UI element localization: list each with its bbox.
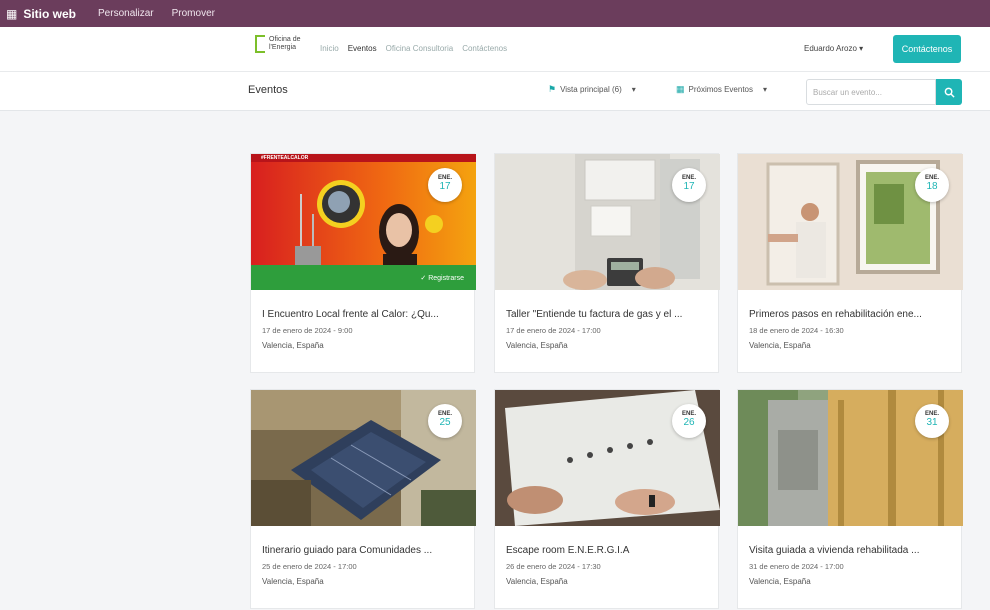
page-title: Eventos	[248, 84, 288, 96]
date-day: 18	[926, 181, 938, 192]
date-day: 25	[439, 417, 451, 428]
map-marker-icon: ⚑	[548, 84, 557, 94]
admin-bar: ▦ Sitio web Personalizar Promover	[0, 0, 990, 27]
site-logo[interactable]: Oficina de l'Energia	[255, 35, 317, 53]
event-card[interactable]: ENE. 26 Escape room E.N.E.R.G.I.A 26 de …	[494, 389, 720, 609]
location-filter-label: Vista principal (6)	[560, 85, 622, 94]
event-date: 17 de enero de 2024 - 9:00	[262, 326, 353, 335]
event-card[interactable]: ✓ Registrarse #FRENTEALCALOR ENE. 17 I E…	[250, 153, 476, 373]
grid-icon[interactable]: ▦	[6, 7, 17, 21]
date-badge: ENE. 26	[672, 404, 706, 438]
event-card[interactable]: ENE. 17 Taller "Entiende tu factura de g…	[494, 153, 720, 373]
date-filter[interactable]: ▦ Próximos Eventos ▾	[676, 84, 767, 95]
date-badge: ENE. 31	[915, 404, 949, 438]
event-date: 18 de enero de 2024 - 16:30	[749, 326, 844, 335]
event-date: 25 de enero de 2024 - 17:00	[262, 562, 357, 571]
event-title[interactable]: Primeros pasos en rehabilitación ene...	[749, 309, 954, 320]
user-name: Eduardo Arozo	[804, 44, 857, 53]
nav-item-consulting[interactable]: Oficina Consultoria	[386, 44, 454, 53]
event-card[interactable]: ENE. 18 Primeros pasos en rehabilitación…	[737, 153, 963, 373]
date-badge: ENE. 18	[915, 168, 949, 202]
location-filter[interactable]: ⚑ Vista principal (6) ▾	[548, 84, 636, 95]
event-date: 17 de enero de 2024 - 17:00	[506, 326, 601, 335]
search-input[interactable]: Buscar un evento...	[806, 79, 936, 105]
nav-item-events[interactable]: Eventos	[348, 44, 377, 53]
event-location: Valencia, España	[262, 577, 324, 586]
contact-button[interactable]: Contáctenos	[893, 35, 961, 63]
chevron-down-icon: ▾	[631, 85, 636, 94]
admin-brand[interactable]: Sitio web	[23, 7, 76, 21]
event-location: Valencia, España	[749, 341, 811, 350]
event-location: Valencia, España	[506, 577, 568, 586]
admin-menu-personalize[interactable]: Personalizar	[98, 8, 154, 19]
event-location: Valencia, España	[262, 341, 324, 350]
site-header: Oficina de l'Energia Inicio Eventos Ofic…	[0, 27, 990, 71]
banner-hashtag: #FRENTEALCALOR	[261, 155, 309, 161]
logo-mark	[255, 35, 265, 53]
date-badge: ENE. 25	[428, 404, 462, 438]
date-day: 26	[683, 417, 695, 428]
date-badge: ENE. 17	[428, 168, 462, 202]
event-title[interactable]: I Encuentro Local frente al Calor: ¿Qu..…	[262, 309, 467, 320]
calendar-icon: ▦	[676, 84, 685, 94]
event-location: Valencia, España	[506, 341, 568, 350]
events-toolbar: Eventos ⚑ Vista principal (6) ▾ ▦ Próxim…	[0, 71, 990, 111]
event-title[interactable]: Itinerario guiado para Comunidades ...	[262, 545, 467, 556]
admin-menu-promote[interactable]: Promover	[172, 8, 215, 19]
event-title[interactable]: Escape room E.N.E.R.G.I.A	[506, 545, 711, 556]
date-day: 17	[439, 181, 451, 192]
event-date: 31 de enero de 2024 - 17:00	[749, 562, 844, 571]
user-menu[interactable]: Eduardo Arozo ▾	[804, 44, 863, 53]
chevron-down-icon: ▾	[762, 85, 767, 94]
register-band[interactable]: ✓ Registrarse	[251, 265, 476, 290]
date-filter-label: Próximos Eventos	[688, 85, 753, 94]
event-title[interactable]: Taller "Entiende tu factura de gas y el …	[506, 309, 711, 320]
logo-text: Oficina de l'Energia	[269, 36, 301, 51]
date-day: 31	[926, 417, 938, 428]
event-card[interactable]: ENE. 25 Itinerario guiado para Comunidad…	[250, 389, 476, 609]
search-icon	[944, 87, 955, 98]
event-title[interactable]: Visita guiada a vivienda rehabilitada ..…	[749, 545, 954, 556]
date-day: 17	[683, 181, 695, 192]
main-nav: Inicio Eventos Oficina Consultoria Contá…	[320, 44, 507, 53]
event-date: 26 de enero de 2024 - 17:30	[506, 562, 601, 571]
event-location: Valencia, España	[749, 577, 811, 586]
search-button[interactable]	[936, 79, 962, 105]
nav-item-contact[interactable]: Contáctenos	[462, 44, 507, 53]
date-badge: ENE. 17	[672, 168, 706, 202]
nav-item-home[interactable]: Inicio	[320, 44, 339, 53]
event-card[interactable]: ENE. 31 Visita guiada a vivienda rehabil…	[737, 389, 963, 609]
